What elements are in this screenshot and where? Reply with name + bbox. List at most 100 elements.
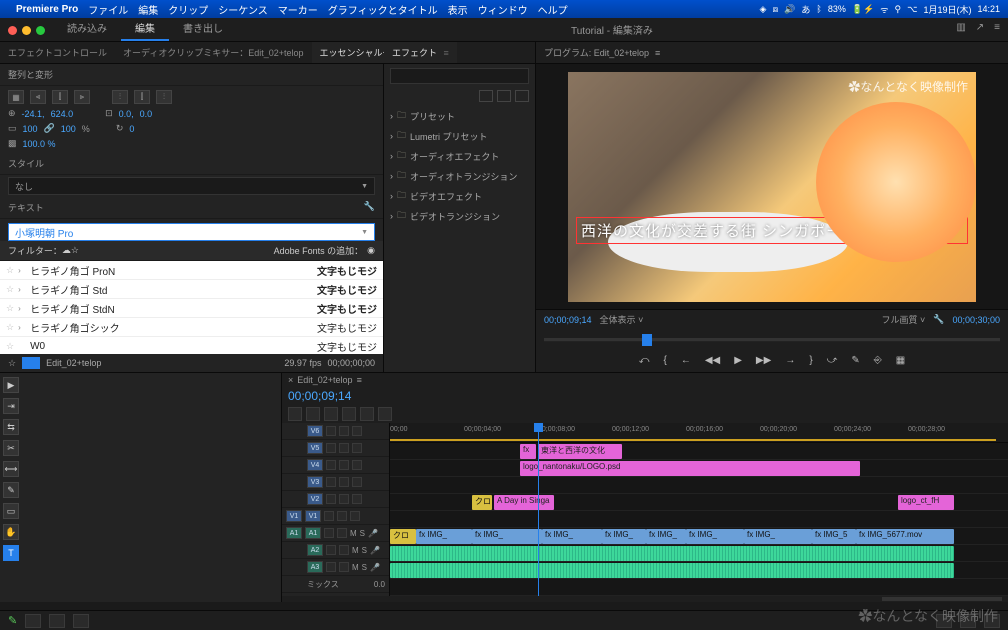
solo-toggle[interactable]: S	[362, 563, 367, 572]
track-target[interactable]: A1	[305, 527, 321, 539]
hand-tool[interactable]: ✋	[3, 524, 19, 540]
sync-lock-icon[interactable]	[339, 562, 349, 572]
panel-menu-icon[interactable]: ≡	[655, 48, 660, 58]
opacity-val[interactable]: 100.0 %	[23, 139, 56, 149]
source-patch[interactable]: V1	[286, 510, 302, 522]
lock-icon[interactable]	[326, 494, 336, 504]
clip[interactable]: A Day in Singa	[494, 495, 554, 510]
voice-icon[interactable]: 🎤	[368, 529, 378, 538]
close-icon[interactable]: ×	[288, 375, 293, 385]
sync-lock-icon[interactable]	[339, 443, 349, 453]
font-row[interactable]: ☆W0文字もじモジ	[0, 337, 383, 354]
workspace-share-icon[interactable]: ↗	[976, 22, 984, 33]
scale-w[interactable]: 100	[23, 124, 38, 134]
menu-clip[interactable]: クリップ	[168, 2, 208, 17]
lock-icon[interactable]	[326, 443, 336, 453]
sequence-tab[interactable]: Edit_02+telop	[297, 375, 352, 385]
transport-btn-3[interactable]: ◀◀	[705, 355, 720, 366]
align-hleft-icon[interactable]: ⫷	[30, 90, 46, 104]
wrench-icon[interactable]: 🔧	[933, 314, 944, 325]
track-target[interactable]: A3	[307, 561, 323, 573]
sync-lock-icon[interactable]	[339, 494, 349, 504]
align-hcenter-icon[interactable]: ⫿	[52, 90, 68, 104]
settings-icon[interactable]	[342, 407, 356, 421]
selection-tool[interactable]: ▶	[3, 377, 19, 393]
lock-icon[interactable]	[326, 460, 336, 470]
style-dropdown[interactable]: なし▼	[8, 177, 375, 195]
snap-icon[interactable]	[288, 407, 302, 421]
track-target[interactable]: V5	[307, 442, 323, 454]
clip[interactable]: fx IMG_5677.mov	[856, 529, 954, 544]
rotation-val[interactable]: 0	[129, 124, 134, 134]
transport-btn-2[interactable]: ←	[681, 355, 691, 366]
timeline-tracks[interactable]: 00;0000;00;04;0000;00;08;0000;00;12;0000…	[390, 423, 1008, 596]
project-bin-item[interactable]: ☆ Edit_02+telop 29.97 fps 00;00;00;00	[0, 354, 383, 372]
clip[interactable]: クロ	[390, 529, 416, 544]
track-v2[interactable]	[390, 511, 1008, 528]
scrub-playhead[interactable]	[642, 334, 652, 346]
sync-lock-icon[interactable]	[339, 426, 349, 436]
tab-edit[interactable]: 編集	[121, 16, 169, 41]
view-freeform-icon[interactable]	[73, 614, 89, 628]
track-a1[interactable]	[390, 545, 1008, 562]
ripple-tool[interactable]: ⇆	[3, 419, 19, 435]
sync-lock-icon[interactable]	[339, 477, 349, 487]
font-row[interactable]: ☆›ヒラギノ角ゴシック文字もじモジ	[0, 318, 383, 337]
menu-file[interactable]: ファイル	[88, 2, 128, 17]
font-family-input[interactable]: 小塚明朝 Pro▼	[8, 223, 375, 241]
workspace-home-icon[interactable]: ▥	[956, 22, 965, 33]
wifi-icon[interactable]: ᯤ	[880, 3, 888, 16]
minimize-button[interactable]	[22, 26, 31, 35]
status-icon[interactable]: ◈	[760, 4, 767, 15]
eye-icon[interactable]	[352, 494, 362, 504]
anchor-x[interactable]: 0.0,	[119, 109, 134, 119]
fit-dropdown[interactable]: 全体表示 ˅	[600, 313, 644, 326]
workspace-menu-icon[interactable]: ≡	[994, 22, 1000, 33]
eye-icon[interactable]	[352, 477, 362, 487]
source-patch[interactable]: A1	[286, 527, 302, 539]
star-icon[interactable]: ☆	[6, 322, 14, 333]
transport-btn-7[interactable]: }	[809, 355, 812, 366]
align-vbot-icon[interactable]: ⫶	[156, 90, 172, 104]
effects-search-input[interactable]	[390, 68, 529, 84]
effects-folder[interactable]: ›🗀プリセット	[384, 106, 535, 126]
mute-toggle[interactable]: M	[350, 529, 357, 538]
star-icon[interactable]: ☆	[6, 341, 14, 352]
font-row[interactable]: ☆›ヒラギノ角ゴ ProN文字もじモジ	[0, 261, 383, 280]
clip[interactable]: fx IMG_	[542, 529, 602, 544]
clip[interactable]: fx IMG_	[744, 529, 812, 544]
clip[interactable]: logo_ct_fH	[898, 495, 954, 510]
clip[interactable]: クロ	[472, 495, 492, 510]
track-a2[interactable]	[390, 562, 1008, 579]
voice-icon[interactable]: 🎤	[370, 546, 380, 555]
eye-icon[interactable]	[350, 511, 360, 521]
clip[interactable]: fx IMG_	[472, 529, 542, 544]
app-name[interactable]: Premiere Pro	[16, 4, 78, 15]
tab-import[interactable]: 読み込み	[53, 16, 121, 41]
time[interactable]: 14:21	[977, 4, 1000, 14]
lock-icon[interactable]	[326, 562, 336, 572]
effects-folder[interactable]: ›🗀オーディオエフェクト	[384, 146, 535, 166]
align-vmid-icon[interactable]: ⫿	[134, 90, 150, 104]
tab-effect-controls[interactable]: エフェクトコントロール	[0, 42, 115, 63]
adobe-fonts-icon[interactable]: ◉	[367, 245, 375, 256]
tab-audio-mixer[interactable]: オーディオクリップミキサー：Edit_02+telop	[115, 42, 312, 63]
eye-icon[interactable]	[352, 443, 362, 453]
quality-dropdown[interactable]: フル画質 ˅	[881, 313, 925, 326]
star-icon[interactable]: ☆	[6, 284, 14, 295]
track-header-v2[interactable]: V2	[282, 491, 389, 508]
zoom-slider[interactable]	[882, 597, 1002, 601]
track-v5[interactable]: logo_nantonaku/LOGO.psd	[390, 460, 1008, 477]
telop-text-selected[interactable]: 西洋の文化が交差する街 シンガポール	[576, 217, 968, 244]
effects-folder[interactable]: ›🗀オーディオトランジション	[384, 166, 535, 186]
pen-tool[interactable]: ✎	[3, 482, 19, 498]
sync-lock-icon[interactable]	[337, 511, 347, 521]
menu-sequence[interactable]: シーケンス	[218, 2, 268, 17]
track-v3[interactable]: クロA Day in Singa logo_ct_fH	[390, 494, 1008, 511]
transport-btn-10[interactable]: ⎆	[874, 355, 882, 366]
program-canvas[interactable]: ✿なんとなく映像制作 西洋の文化が交差する街 シンガポール	[536, 64, 1008, 309]
font-list[interactable]: ☆›ヒラギノ角ゴ ProN文字もじモジ☆›ヒラギノ角ゴ Std文字もじモジ☆›ヒ…	[0, 261, 383, 354]
marker-icon[interactable]	[324, 407, 338, 421]
align-vtop-icon[interactable]: ⫶	[112, 90, 128, 104]
menu-view[interactable]: 表示	[448, 2, 468, 17]
